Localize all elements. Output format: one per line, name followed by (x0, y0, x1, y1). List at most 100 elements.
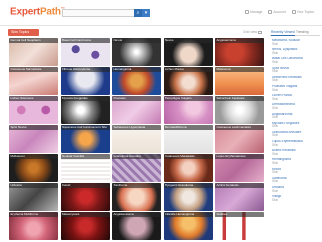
sidebar-link-subtitle: Skin (272, 188, 279, 193)
search-options-button[interactable]: ▾ (142, 9, 150, 17)
sidebar-link-subtitle: Skin (272, 105, 279, 110)
top-bar: ExpertPath™ ⌕ ▾ Manage Account Your Topics (0, 0, 322, 26)
user-icon (268, 10, 273, 14)
tile-caption: Fibrous Histiocytoma (60, 67, 110, 72)
sidebar-link[interactable]: Actinic Keratosis Skin (272, 149, 320, 156)
tab-recently-viewed[interactable]: Recently Viewed (271, 29, 295, 36)
sidebar-link-subtitle: Skin (272, 133, 279, 138)
image-tile[interactable]: Molluscum (9, 154, 58, 182)
image-tile[interactable]: Infantile Hemangioma (163, 212, 213, 240)
sidebar-link[interactable]: Psoriasis Vulgaris Skin (272, 85, 320, 92)
tile-caption: Basal Cell Carcinoma (60, 38, 110, 43)
tile-caption: Angiosarcoma (215, 38, 264, 43)
image-tile[interactable]: Melanoma (215, 67, 264, 95)
sidebar-link-subtitle: Skin (272, 59, 279, 64)
sidebar-link-subtitle: Skin (272, 142, 279, 147)
sidebar: Recently Viewed Trending Melanoma, Nodul… (270, 26, 322, 242)
sidebar-link[interactable]: Granuloma Annulare Skin (272, 131, 320, 138)
image-tile[interactable]: Hemangioma (112, 67, 161, 95)
image-tile[interactable]: Angiokeratoma (112, 212, 161, 240)
header-link-account[interactable]: Account (268, 10, 286, 14)
sidebar-link[interactable]: Keloid Skin (272, 168, 320, 175)
image-tile[interactable]: Mycosis Fungoides (60, 96, 110, 124)
sidebar-link[interactable]: Mycosis Fungoides Skin (272, 122, 320, 129)
image-tile[interactable]: Xanthoma (112, 183, 161, 211)
image-tile[interactable]: Basal Cell Carcinoma (60, 38, 110, 66)
header-link-manage[interactable]: Manage (245, 10, 262, 14)
view-mode-label: Grid view (243, 30, 258, 34)
tile-caption: Mastocytosis (60, 212, 110, 217)
view-mode-control[interactable]: Grid view (243, 30, 263, 34)
image-tile[interactable]: Lichen Sclerosus (9, 96, 58, 124)
tile-caption: Nevus (163, 38, 213, 43)
image-tile[interactable]: Cutaneous Leishmaniasis (215, 125, 264, 153)
search-input[interactable] (63, 18, 133, 25)
image-tile[interactable]: Nevus (112, 38, 161, 66)
sidebar-link[interactable]: Nevus, Dysplastic Skin (272, 48, 320, 55)
image-tile[interactable]: Pemphigus Vulgaris (163, 96, 213, 124)
image-tile[interactable]: Granuloma Annulare (112, 154, 161, 182)
tile-caption: Pyogenic Granuloma (163, 183, 213, 188)
sidebar-link-subtitle: Skin (272, 78, 279, 83)
image-tile[interactable]: Cutaneous Sarcoidosis (9, 67, 58, 95)
image-tile[interactable]: Urticaria (9, 183, 58, 211)
image-tile[interactable]: Keloid (60, 183, 110, 211)
sidebar-link[interactable]: Melanoma, Nodular Skin (272, 39, 320, 46)
image-tile[interactable]: Mastocytosis (60, 212, 110, 240)
image-grid: Dermal Cell Neoplasm Basal Cell Carcinoma… (9, 38, 265, 240)
sidebar-link-subtitle: Skin (272, 197, 279, 202)
tile-caption: Lupus Erythematosus (215, 154, 264, 159)
image-tile[interactable]: Spitz Nevus (9, 125, 58, 153)
expertpath-logo[interactable]: ExpertPath™ (10, 6, 65, 17)
image-tile[interactable]: Dermatofibroma (163, 125, 213, 153)
sidebar-link[interactable]: Dermatofibroma Skin (272, 103, 320, 110)
tile-caption: Scabies (215, 212, 264, 217)
image-tile[interactable]: Squamous Cell Carcinoma in Situ (60, 125, 110, 153)
sidebar-link-subtitle: Skin (272, 69, 279, 74)
star-icon (291, 10, 296, 14)
sidebar-link[interactable]: Xanthoma Skin (272, 177, 320, 184)
tile-caption: Nodular Fasciitis (60, 154, 110, 159)
tile-caption: Hemangioma (112, 67, 161, 72)
chevron-down-icon: ▾ (144, 10, 148, 16)
image-tile[interactable]: Scabies (215, 212, 264, 240)
sidebar-link[interactable]: Spitz Nevus Skin (272, 67, 320, 74)
sidebar-link[interactable]: Urticaria Skin (272, 186, 320, 193)
sidebar-link[interactable]: Angiosarcoma Skin (272, 113, 320, 120)
image-tile[interactable]: Actinic Keratosis (215, 183, 264, 211)
search-bar: ⌕ ▾ (62, 9, 150, 25)
header-links: Manage Account Your Topics (245, 10, 314, 14)
image-tile[interactable]: Fibrous Histiocytoma (60, 67, 110, 95)
sidebar-link[interactable]: Seborrheic Keratosis Skin (272, 76, 320, 83)
sidebar-link-list: Melanoma, Nodular Skin Nevus, Dysplastic Sk… (272, 39, 320, 204)
sidebar-link[interactable]: Lichen Planus Skin (272, 94, 320, 101)
image-tile[interactable]: Seborrheic Keratosis (215, 96, 264, 124)
tile-caption: Lichen Sclerosus (9, 96, 58, 101)
sidebar-link[interactable]: Lupus Erythematosus Skin (272, 140, 320, 147)
image-tile[interactable]: Angiosarcoma (215, 38, 264, 66)
topic-selector[interactable]: Skin Topics (8, 29, 39, 36)
sidebar-link[interactable]: Hemangioma Skin (272, 158, 320, 165)
image-tile[interactable]: Psoriasis (112, 96, 161, 124)
image-tile[interactable]: Nodular Fasciitis (60, 154, 110, 182)
tab-trending[interactable]: Trending (296, 29, 308, 36)
image-tile[interactable]: Dermal Cell Neoplasm (9, 38, 58, 66)
image-tile[interactable]: Nevus (163, 38, 213, 66)
header-link-your-topics[interactable]: Your Topics (291, 10, 314, 14)
image-tile[interactable]: Cutaneous Metastasis (163, 154, 213, 182)
tile-caption: Granuloma Annulare (112, 154, 161, 159)
tile-caption: Erythema Multiforme (9, 212, 58, 217)
tile-caption: Sebaceous Hyperplasia (112, 125, 161, 130)
search-button[interactable]: ⌕ (134, 9, 142, 17)
image-tile[interactable]: Lupus Erythematosus (215, 154, 264, 182)
dropdown-icon (258, 30, 263, 34)
header-link-label: Account (273, 10, 286, 14)
sidebar-link-subtitle: Skin (272, 115, 279, 120)
image-tile[interactable]: Pyogenic Granuloma (163, 183, 213, 211)
sidebar-link[interactable]: Basal Cell Carcinoma Skin (272, 57, 320, 64)
image-tile[interactable]: Sebaceous Hyperplasia (112, 125, 161, 153)
image-tile[interactable]: Lichen Planus (163, 67, 213, 95)
sidebar-link[interactable]: Vitiligo Skin (272, 195, 320, 202)
tile-caption: Cutaneous Leishmaniasis (215, 125, 264, 130)
image-tile[interactable]: Erythema Multiforme (9, 212, 58, 240)
